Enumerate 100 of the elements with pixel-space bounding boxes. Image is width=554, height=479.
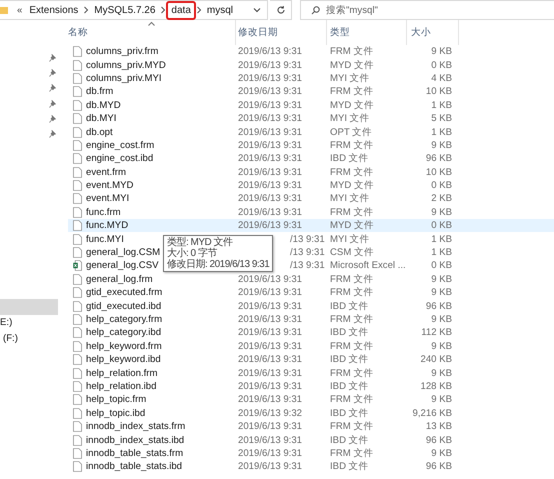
file-icon [73,408,82,419]
breadcrumb-item[interactable]: MySQL5.7.26 [91,4,158,16]
file-type: FRM 文件 [329,166,374,179]
file-name: columns_priv.MYI [86,72,162,84]
file-type: FRM 文件 [329,85,374,98]
modified-date: 2019/6/13 9:31 [237,46,302,58]
refresh-button[interactable] [270,0,292,20]
file-name: db.frm [86,86,114,98]
column-header[interactable]: 名称 [68,20,236,45]
tooltip-line: 修改日期: 2019/6/13 9:31 [167,259,270,270]
file-size: 96 KB [424,153,452,164]
chevron-icon[interactable] [160,6,166,14]
search-field[interactable]: 搜索"mysql" [300,0,554,20]
sort-caret-icon [148,21,155,26]
file-icon [73,380,82,392]
file-icon [73,274,82,285]
modified-date: 2019/6/13 9:31 [237,86,302,98]
file-name: help_relation.frm [86,368,158,379]
modified-date: 2019/6/13 9:31 [237,287,302,298]
file-name: event.MYD [86,180,134,192]
file-name: general_log.CSV [86,260,159,272]
file-name: columns_priv.MYD [86,60,166,71]
column-header[interactable]: 修改日期 [236,20,327,45]
tooltip-line: 类型: MYD 文件 [167,237,234,248]
file-icon [73,394,82,406]
navigation-item[interactable]: E:) [0,314,58,331]
file-type: FRM 文件 [329,286,374,300]
file-size: 0 KB [430,180,452,192]
modified-date: 2019/6/13 9:31 [237,314,302,325]
modified-date: 2019/6/13 9:31 [237,206,302,218]
selected-row-highlight[interactable]: func.MYD 2019/6/13 9:31 MYD 文件 0 KB [68,219,554,232]
file-type: FRM 文件 [329,272,374,286]
file-type: IBD 文件 [329,460,369,474]
file-size: 0 KB [430,220,452,232]
dropdown-caret-icon[interactable] [253,7,261,13]
file-name: general_log.frm [86,274,153,285]
overflow-chevron[interactable]: « [13,4,26,16]
file-size: 9 KB [430,206,452,218]
navigation-item[interactable]: (F:) [0,330,58,347]
file-size: 4 KB [430,72,452,84]
pin-icon[interactable] [49,100,56,108]
file-name: help_category.ibd [86,327,162,338]
file-icon [73,113,82,124]
file-icon [73,193,82,204]
file-type: FRM 文件 [329,366,374,380]
file-icon [73,448,82,459]
file-type: MYD 文件 [329,179,374,192]
file-size: 112 KB [420,327,452,338]
folder-icon [0,6,8,14]
breadcrumb-item[interactable]: mysql [204,4,236,16]
column-header[interactable]: 类型 [327,20,407,45]
file-name: func.MYI [86,234,124,245]
pin-icon[interactable] [49,54,56,62]
pin-icon[interactable] [49,84,56,92]
file-type: MYI 文件 [329,72,370,85]
file-name: func.MYD [86,220,128,232]
modified-date: 2019/6/13 9:31 [237,113,302,124]
pin-icon[interactable] [49,114,56,123]
file-icon [73,434,82,446]
pin-icon[interactable] [49,68,56,77]
file-icon [73,180,82,192]
search-icon [311,6,320,14]
file-name: help_keyword.frm [86,340,162,352]
file-name: db.opt [86,126,113,138]
breadcrumb-item[interactable]: Extensions [26,4,82,16]
modified-date: 2019/6/13 9:31 [237,72,302,84]
file-icon [73,340,82,352]
file-name: func.frm [86,206,121,218]
file-size: 9 KB [430,287,452,298]
breadcrumb-item[interactable]: data [168,2,194,18]
file-icon [73,100,82,111]
search-field[interactable]: 搜索"mysql" [326,4,554,16]
file-icon [73,354,82,366]
spreadsheet-file-icon [73,260,82,272]
file-icon [73,327,82,338]
modified-date: 2019/6/13 9:31 [237,153,302,164]
file-icon [73,461,82,472]
pin-icon[interactable] [49,130,56,138]
file-type: Microsoft Excel ... [329,260,406,272]
file-type: FRM 文件 [329,313,374,326]
file-size: 13 KB [424,421,452,432]
file-name: columns_priv.frm [86,46,158,58]
chevron-icon[interactable] [196,6,202,14]
column-header[interactable]: 大小 [407,20,459,45]
file-name: gtid_executed.frm [86,287,162,298]
file-name: help_topic.frm [86,394,146,406]
modified-date: 2019/6/13 9:31 [237,354,302,366]
file-icon [73,287,82,298]
file-type: IBD 文件 [329,152,369,166]
file-icon [73,206,82,218]
file-type: FRM 文件 [329,393,374,406]
chevron-icon[interactable] [83,6,90,14]
modified-date: 2019/6/13 9:31 [237,140,302,151]
refresh-icon [276,5,286,15]
modified-date: 2019/6/13 9:31 [237,421,302,432]
file-name: engine_cost.ibd [86,153,154,164]
file-type: IBD 文件 [329,380,369,393]
file-type: IBD 文件 [329,353,369,366]
file-size: 9 KB [430,340,452,352]
file-size: 1 KB [430,234,452,245]
